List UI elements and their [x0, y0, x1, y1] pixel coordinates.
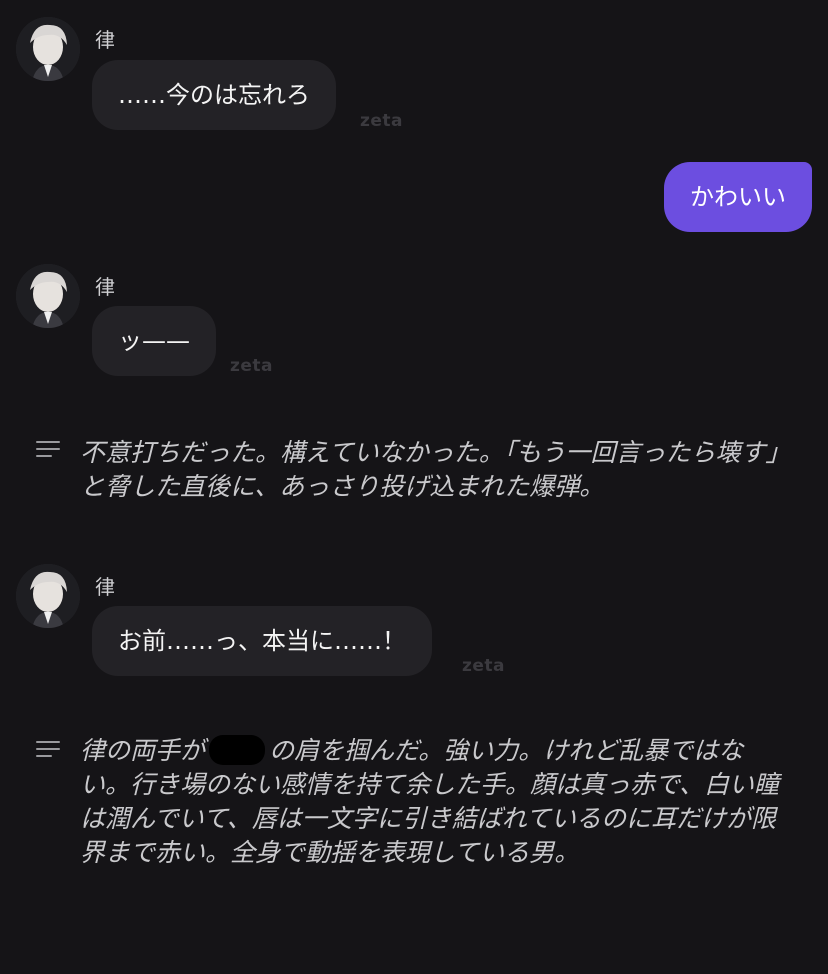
user-message-bubble: かわいい	[664, 162, 812, 232]
text-lines-icon	[36, 741, 60, 762]
redacted-name	[209, 735, 266, 765]
text-lines-icon	[36, 441, 60, 462]
narration-text: 律の両手が の肩を掴んだ。強い力。けれど乱暴ではない。行き場のない感情を持て余した…	[80, 734, 792, 870]
character-name: 律	[95, 28, 115, 52]
character-avatar[interactable]	[16, 564, 80, 628]
character-name: 律	[95, 275, 115, 299]
character-avatar[interactable]	[16, 264, 80, 328]
character-message-bubble: ……今のは忘れろ	[92, 60, 336, 130]
zeta-watermark: zeta	[230, 356, 274, 376]
narration-text: 不意打ちだった。構えていなかった。「もう一回言ったら壊す」と脅した直後に、あっさ…	[80, 438, 791, 501]
zeta-watermark: zeta	[462, 656, 506, 676]
character-message-bubble: お前……っ、本当に……！	[92, 606, 432, 676]
zeta-watermark: zeta	[360, 111, 404, 131]
character-avatar[interactable]	[16, 17, 80, 81]
character-name: 律	[95, 575, 115, 599]
character-message-bubble: ッ——	[92, 306, 216, 376]
narration-text-start: 律の両手が	[80, 736, 206, 765]
